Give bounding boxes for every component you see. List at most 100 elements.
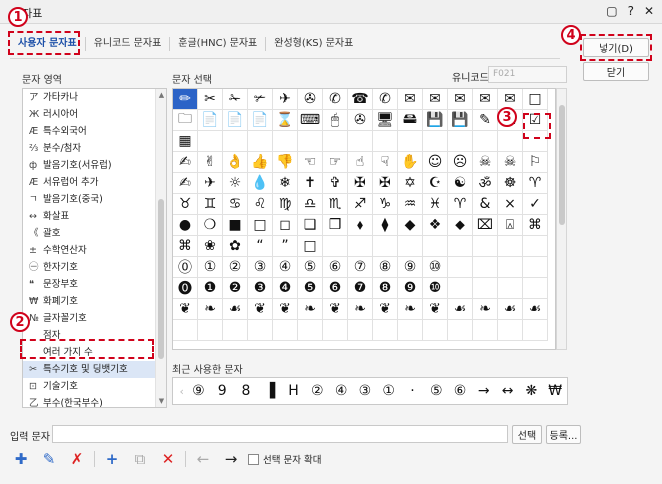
symbol-cell[interactable]: ❦ (423, 299, 448, 320)
symbol-cell[interactable]: ✁ (223, 89, 248, 110)
symbol-cell[interactable]: ❸ (248, 278, 273, 299)
recent-char[interactable]: 8 (234, 380, 258, 402)
symbol-cell[interactable]: 🖱 (323, 110, 348, 131)
recent-char[interactable]: H (282, 380, 306, 402)
symbol-cell[interactable] (248, 320, 273, 341)
symbol-cell[interactable]: ✃ (248, 89, 273, 110)
symbol-cell[interactable] (273, 131, 298, 152)
symbol-cell[interactable]: ☙ (448, 299, 473, 320)
symbol-cell[interactable]: ◆ (398, 215, 423, 236)
symbol-cell[interactable]: ❄ (273, 173, 298, 194)
add-char-icon[interactable]: ✚ (10, 448, 32, 470)
symbol-cell[interactable]: ❷ (223, 278, 248, 299)
symbol-cell[interactable]: 🖴 (398, 110, 423, 131)
symbol-cell[interactable]: ☯ (448, 173, 473, 194)
input-field[interactable] (52, 425, 508, 443)
symbol-cell[interactable]: ▦ (173, 131, 198, 152)
symbol-cell[interactable] (473, 236, 498, 257)
symbol-cell[interactable]: ❦ (323, 299, 348, 320)
symbol-cell[interactable]: “ (248, 236, 273, 257)
symbol-cell[interactable]: ✓ (523, 194, 548, 215)
symbol-cell[interactable]: ⬧ (348, 215, 373, 236)
symbol-cell[interactable]: ☪ (423, 173, 448, 194)
symbol-cell[interactable]: ⑨ (398, 257, 423, 278)
symbol-cell[interactable]: ♈ (448, 194, 473, 215)
symbol-cell[interactable]: ☼ (223, 173, 248, 194)
tab-ks-charmap[interactable]: 완성형(KS) 문자표 (266, 37, 361, 51)
category-item[interactable]: ✂ 특수기호 및 딩뱃기호 (23, 361, 166, 378)
symbol-cell[interactable]: ☙ (498, 299, 523, 320)
symbol-cell[interactable] (448, 131, 473, 152)
select-button[interactable]: 선택 (512, 425, 542, 444)
symbol-cell[interactable]: ✌ (198, 152, 223, 173)
symbol-grid-scrollbar[interactable] (556, 88, 567, 350)
recent-char[interactable]: 9 (210, 380, 234, 402)
symbol-cell[interactable]: ⚐ (523, 152, 548, 173)
add-icon[interactable]: + (101, 448, 123, 470)
symbol-cell[interactable]: ✿ (223, 236, 248, 257)
delete-icon[interactable]: ✕ (157, 448, 179, 470)
enlarge-checkbox[interactable] (248, 453, 259, 465)
help-icon[interactable]: ? (628, 4, 634, 18)
symbol-cell[interactable]: ● (173, 215, 198, 236)
scroll-thumb[interactable] (158, 199, 164, 359)
symbol-cell[interactable]: ❼ (348, 278, 373, 299)
symbol-cell[interactable]: ⍓ (498, 215, 523, 236)
symbol-cell[interactable]: 💧 (248, 173, 273, 194)
category-item[interactable]: ⊡ 기술기호 (23, 378, 166, 395)
symbol-cell[interactable]: ✎ (473, 110, 498, 131)
symbol-cell[interactable] (298, 131, 323, 152)
symbol-cell[interactable]: ♐ (348, 194, 373, 215)
symbol-cell[interactable]: ⑥ (323, 257, 348, 278)
category-item[interactable]: 乙 부수(한국부수) (23, 395, 166, 407)
category-item[interactable]: Æ 서유럽어 추가 (23, 174, 166, 191)
category-item[interactable]: ↔ 화살표 (23, 208, 166, 225)
symbol-cell[interactable]: ♉ (173, 194, 198, 215)
symbol-cell[interactable]: ☹ (448, 152, 473, 173)
symbol-cell[interactable]: ✇ (348, 110, 373, 131)
tab-hnc-charmap[interactable]: 훈글(HNC) 문자표 (170, 37, 267, 51)
category-list-scrollbar[interactable]: ▲ ▼ (155, 89, 166, 407)
symbol-cell[interactable]: ✠ (348, 173, 373, 194)
edit-char-icon[interactable]: ✎ (38, 448, 60, 470)
recent-char[interactable]: ▐ (258, 380, 282, 402)
symbol-cell[interactable]: ⌘ (173, 236, 198, 257)
symbol-cell[interactable]: ❑ (298, 215, 323, 236)
recent-char[interactable]: ③ (353, 380, 377, 402)
symbol-cell[interactable]: & (473, 194, 498, 215)
symbol-cell[interactable] (448, 257, 473, 278)
symbol-cell[interactable]: ☠ (498, 152, 523, 173)
symbol-cell[interactable]: ⑤ (298, 257, 323, 278)
symbol-cell[interactable] (423, 320, 448, 341)
recent-char[interactable]: ❋ (519, 380, 543, 402)
symbol-cell[interactable]: ☟ (373, 152, 398, 173)
symbol-cell[interactable]: ☙ (523, 299, 548, 320)
symbol-cell[interactable]: ❽ (373, 278, 398, 299)
symbol-cell[interactable]: ❦ (373, 299, 398, 320)
symbol-cell[interactable]: ✈ (198, 173, 223, 194)
symbol-cell[interactable] (498, 236, 523, 257)
symbol-cell[interactable]: ❿ (423, 278, 448, 299)
symbol-cell[interactable] (173, 320, 198, 341)
symbol-cell[interactable]: 📄 (248, 110, 273, 131)
symbol-cell[interactable]: ☜ (298, 152, 323, 173)
symbol-cell[interactable] (473, 131, 498, 152)
symbol-cell[interactable] (248, 131, 273, 152)
symbol-cell[interactable]: ◻ (273, 215, 298, 236)
symbol-cell[interactable]: ■ (223, 215, 248, 236)
symbol-cell[interactable]: ✞ (323, 173, 348, 194)
restore-icon[interactable]: ▢ (606, 4, 617, 18)
symbol-cell[interactable]: ✂ (198, 89, 223, 110)
recent-char[interactable]: · (401, 380, 425, 402)
symbol-cell[interactable]: ⑧ (373, 257, 398, 278)
symbol-cell[interactable] (223, 320, 248, 341)
symbol-cell[interactable]: ⌧ (473, 215, 498, 236)
symbol-cell[interactable]: ♈ (523, 173, 548, 194)
category-item[interactable]: Æ 특수외국어 (23, 123, 166, 140)
category-item[interactable]: ア 가타카나 (23, 89, 166, 106)
symbol-cell[interactable] (473, 320, 498, 341)
symbol-cell[interactable]: ☎ (348, 89, 373, 110)
remove-char-icon[interactable]: ✗ (66, 448, 88, 470)
symbol-cell[interactable]: ✆ (323, 89, 348, 110)
symbol-cell[interactable]: 📄 (198, 110, 223, 131)
